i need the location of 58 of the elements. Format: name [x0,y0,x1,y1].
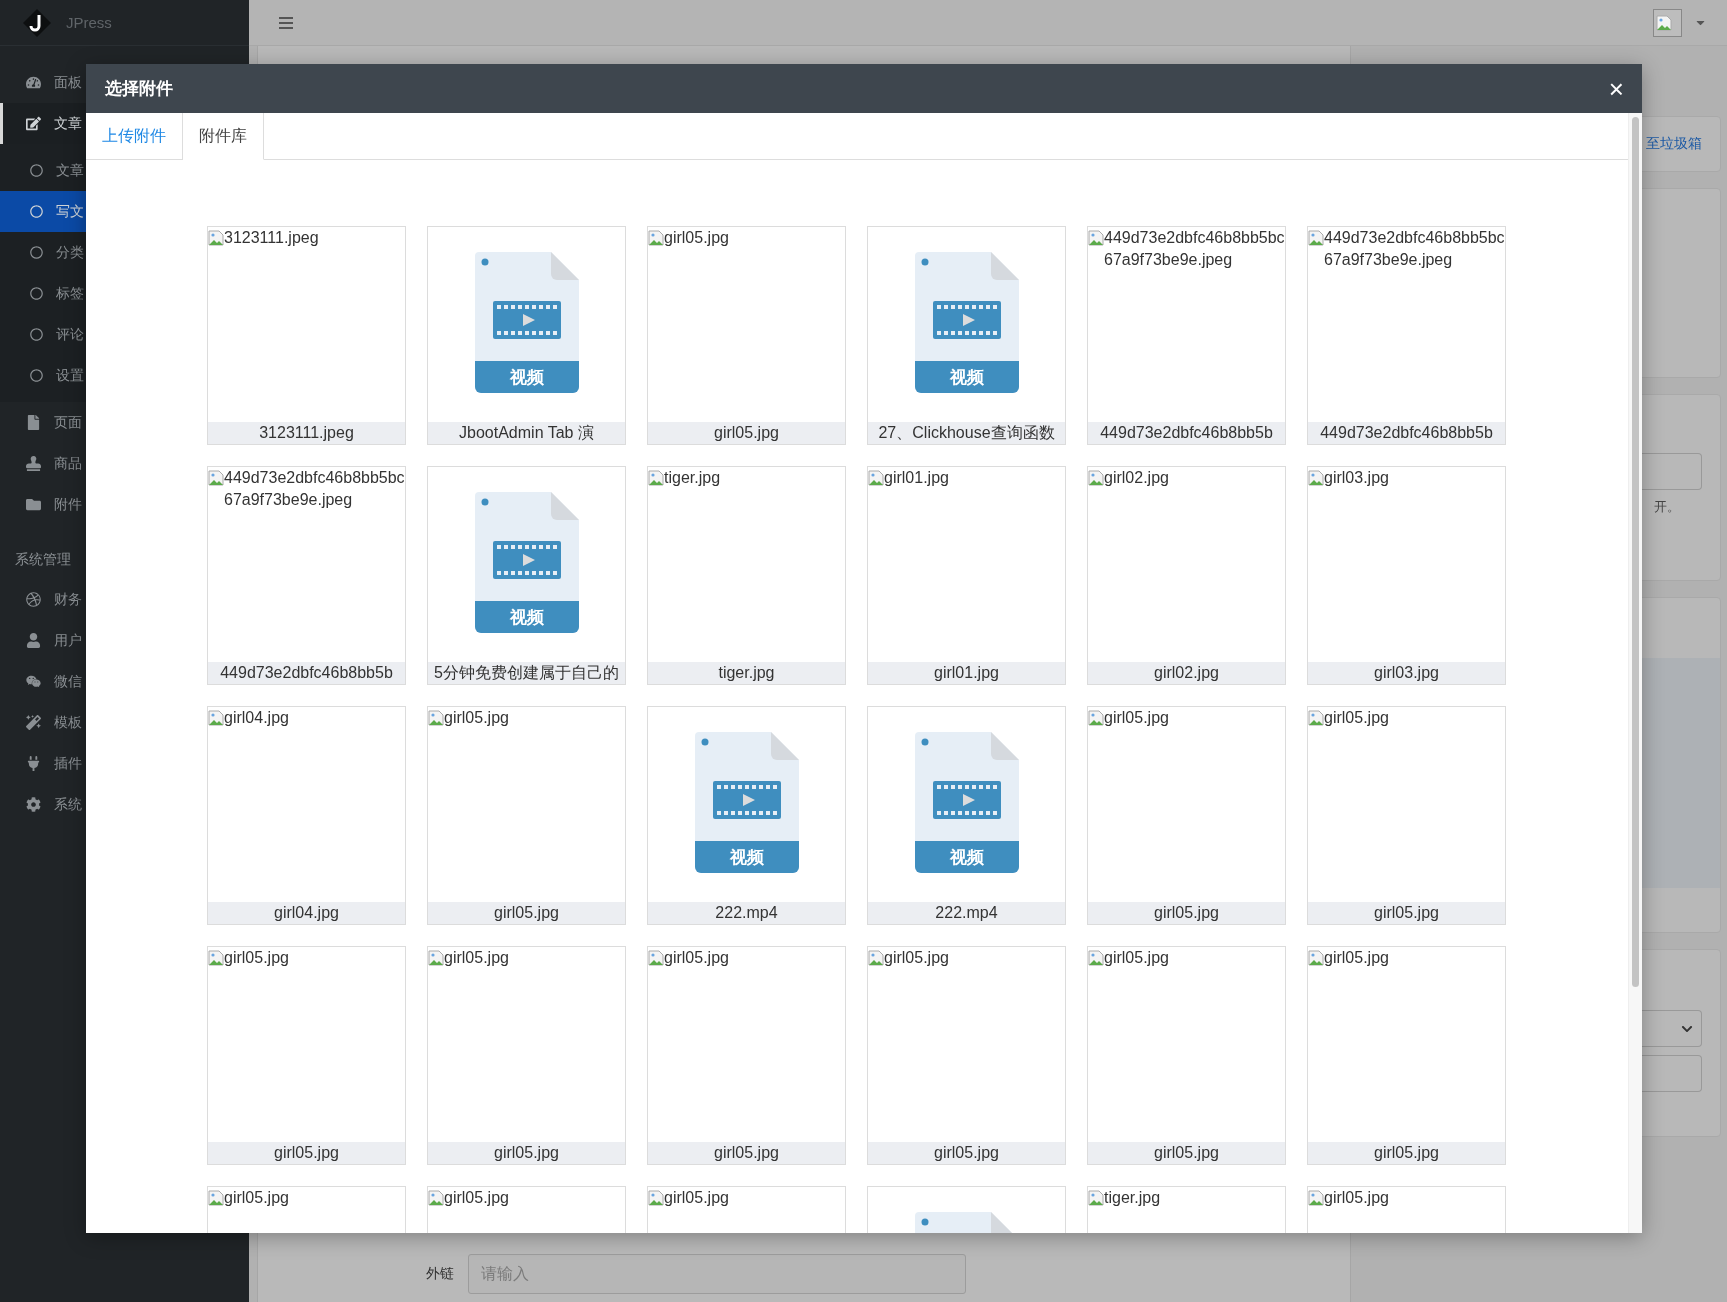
file-caption: 449d73e2dbfc46b8bb5b [1088,422,1285,444]
image-alt-text: tiger.jpg [664,468,722,488]
hint-text: 开。 [1653,498,1680,516]
file-caption: 222.mp4 [868,902,1065,924]
file-caption: 222.mp4 [648,902,845,924]
sidebar-section-title: 系统管理 [14,550,72,569]
video-badge-text: 视频 [509,608,544,627]
file-caption: girl05.jpg [1088,902,1285,924]
image-alt-text: girl05.jpg [1104,708,1170,728]
image-alt-text: girl03.jpg [1324,468,1390,488]
image-alt-text: girl05.jpg [444,948,510,968]
brand-name: JPress [66,14,112,31]
image-alt-text: girl05.jpg [1104,948,1170,968]
image-alt-text: girl05.jpg [1324,708,1390,728]
link-label: 外链 [426,1265,454,1283]
file-caption: girl01.jpg [868,662,1065,684]
image-alt-text: girl05.jpg [1324,1188,1390,1208]
file-caption: girl05.jpg [868,1142,1065,1164]
image-alt-text: girl05.jpg [664,1188,730,1208]
image-alt-text: girl05.jpg [444,1188,510,1208]
image-alt-text: girl05.jpg [444,708,510,728]
dialog-title: 选择附件 [105,78,173,100]
file-caption: girl05.jpg [1088,1142,1285,1164]
image-alt-text: girl05.jpg [884,948,950,968]
image-alt-text: 449d73e2dbfc46b8bb5bc67a9f73be9e.jpeg [224,468,405,510]
file-caption: girl04.jpg [208,902,405,924]
file-caption: girl05.jpg [1308,1142,1505,1164]
image-alt-text: 449d73e2dbfc46b8bb5bc67a9f73be9e.jpeg [1104,228,1285,270]
image-alt-text: girl05.jpg [664,948,730,968]
file-caption: girl03.jpg [1308,662,1505,684]
file-caption: girl05.jpg [428,902,625,924]
file-caption: 5分钟免费创建属于自己的 [428,662,625,684]
file-caption: girl05.jpg [1308,902,1505,924]
video-badge-text: 视频 [509,368,544,387]
file-caption: JbootAdmin Tab 演 [428,422,625,444]
image-alt-text: 449d73e2dbfc46b8bb5bc67a9f73be9e.jpeg [1324,228,1505,270]
file-caption: 449d73e2dbfc46b8bb5b [208,662,405,684]
file-caption: girl02.jpg [1088,662,1285,684]
file-caption: 27、Clickhouse查询函数 [868,422,1065,444]
image-alt-text: 3123111.jpeg [224,228,320,248]
image-alt-text: girl05.jpg [224,948,290,968]
file-caption: 3123111.jpeg [208,422,405,444]
file-caption: girl05.jpg [428,1142,625,1164]
file-caption: 449d73e2dbfc46b8bb5b [1308,422,1505,444]
file-caption: girl05.jpg [648,422,845,444]
image-alt-text: girl05.jpg [224,1188,290,1208]
image-alt-text: girl04.jpg [224,708,290,728]
image-alt-text: girl02.jpg [1104,468,1170,488]
file-caption: girl05.jpg [208,1142,405,1164]
file-caption: girl05.jpg [648,1142,845,1164]
file-caption: tiger.jpg [648,662,845,684]
image-alt-text: tiger.jpg [1104,1188,1162,1208]
image-alt-text: girl05.jpg [1324,948,1390,968]
video-badge-text: 视频 [949,368,984,387]
image-alt-text: girl05.jpg [664,228,730,248]
image-alt-text: girl01.jpg [884,468,950,488]
video-badge-text: 视频 [729,848,764,867]
video-badge-text: 视频 [949,848,984,867]
